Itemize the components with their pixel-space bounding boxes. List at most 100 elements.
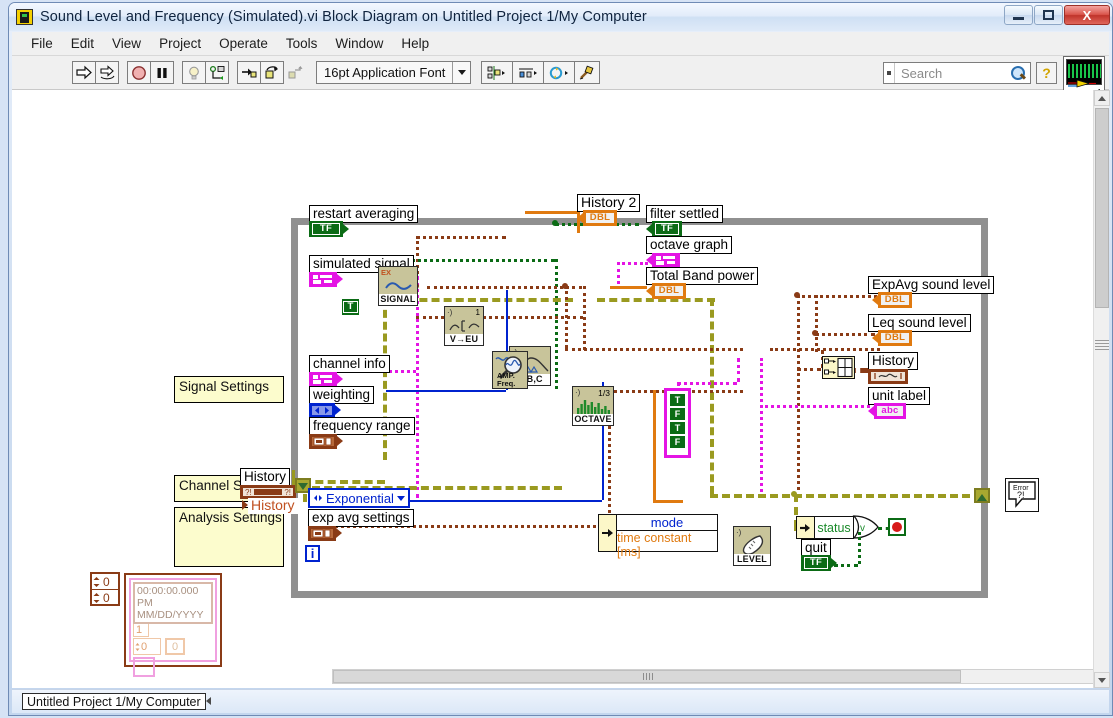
indicator-history-2-terminal[interactable]: DBL xyxy=(577,210,617,226)
search-box[interactable]: Search xyxy=(883,62,1031,84)
align-objects-button[interactable] xyxy=(481,61,513,84)
stop-button[interactable] xyxy=(888,518,906,536)
control-frequency-range-terminal[interactable] xyxy=(309,433,343,449)
wire-blue-enum-h xyxy=(387,500,602,502)
indicator-history-terminal[interactable] xyxy=(868,368,908,384)
scaling-icon xyxy=(449,319,481,333)
boolean-array-constant[interactable]: T F T F xyxy=(664,388,691,458)
indicator-leq-sound-level-terminal[interactable]: DBL xyxy=(872,330,912,346)
wire-orange-lev-h xyxy=(653,500,683,503)
search-input[interactable]: Search xyxy=(895,66,1011,81)
error-handler-node[interactable]: Error ?! xyxy=(1005,478,1039,512)
build-array-node[interactable] xyxy=(822,356,855,379)
step-over-button[interactable] xyxy=(260,61,284,84)
control-simulated-signal-terminal[interactable] xyxy=(309,271,343,287)
run-continuously-button[interactable] xyxy=(95,61,119,84)
stepper-icon-top xyxy=(92,575,101,589)
bundle-cluster-node[interactable]: mode time constant [ms] xyxy=(598,514,718,552)
indicator-octave-graph-terminal[interactable] xyxy=(646,252,680,268)
vi-corner-scaling: 1 xyxy=(476,308,480,317)
sine-wave-icon xyxy=(385,280,413,293)
bundle-field-mode: mode xyxy=(617,515,717,531)
vertical-scroll-thumb[interactable] xyxy=(1095,108,1109,308)
wire-blue-weight-h xyxy=(386,390,506,392)
menu-item-help[interactable]: Help xyxy=(392,34,438,53)
unbundle-status-node[interactable]: status xyxy=(796,516,854,539)
timestamp-date: MM/DD/YYYY xyxy=(137,609,209,621)
retain-wire-values-button[interactable] xyxy=(205,61,229,84)
maximize-button[interactable] xyxy=(1034,5,1063,25)
menu-item-window[interactable]: Window xyxy=(326,34,392,53)
loop-tunnel-right[interactable] xyxy=(974,488,990,503)
font-selector-label: 16pt Application Font xyxy=(324,65,445,80)
vi-sound-level-node[interactable]: ·) LEVEL xyxy=(733,526,771,566)
search-icon[interactable] xyxy=(1011,66,1025,80)
waveform-glyph-icon xyxy=(873,371,903,381)
wire-pink-octave-v xyxy=(617,262,620,284)
stepper-icon-cluster xyxy=(134,641,141,653)
abort-execution-button[interactable] xyxy=(127,61,151,84)
menu-item-project[interactable]: Project xyxy=(150,34,210,53)
menu-item-edit[interactable]: Edit xyxy=(62,34,103,53)
wire-error-bot xyxy=(303,480,385,484)
pause-button[interactable] xyxy=(150,61,174,84)
menu-item-file[interactable]: File xyxy=(22,34,62,53)
distribute-objects-button[interactable] xyxy=(512,61,544,84)
status-context-label[interactable]: Untitled Project 1/My Computer xyxy=(22,693,206,710)
help-button[interactable]: ? xyxy=(1036,62,1057,84)
numeric-constants-pair[interactable]: 0 0 xyxy=(90,572,120,606)
block-diagram-canvas[interactable]: Signal Settings Channel Settings Analysi… xyxy=(12,90,1098,688)
vi-scaling-node[interactable]: ·) 1 V→EU xyxy=(444,306,484,346)
cluster-glyph-icon xyxy=(312,374,334,385)
unbundle-arrow-icon xyxy=(799,522,813,534)
wire-junction-5 xyxy=(812,330,818,336)
control-quit-terminal[interactable]: TF xyxy=(801,555,837,571)
align-objects-icon xyxy=(486,65,508,81)
status-collapse-icon[interactable] xyxy=(206,697,211,705)
unbundle-field-status: status xyxy=(815,517,853,538)
horizontal-scrollbar[interactable] xyxy=(332,669,1094,684)
lightbulb-icon xyxy=(186,65,202,81)
menu-item-operate[interactable]: Operate xyxy=(210,34,277,53)
wire-pink-level-v xyxy=(737,358,740,382)
wire-error-to-handler xyxy=(710,494,982,498)
step-into-button[interactable] xyxy=(237,61,261,84)
indicator-filter-settled-terminal[interactable]: TF xyxy=(646,221,682,237)
indicator-unit-label-terminal[interactable]: abc xyxy=(868,403,906,419)
control-exp-avg-settings-terminal[interactable] xyxy=(308,525,342,541)
vi-simulated-signal-node[interactable]: EX SIGNAL xyxy=(378,266,418,306)
highlight-execution-button[interactable] xyxy=(182,61,206,84)
scroll-up-button[interactable] xyxy=(1094,90,1110,106)
run-button[interactable] xyxy=(72,61,96,84)
font-selector[interactable]: 16pt Application Font xyxy=(316,61,471,84)
constant-boolean-true[interactable]: T xyxy=(342,299,359,315)
indicator-total-band-power-terminal[interactable]: DBL xyxy=(646,283,686,299)
font-selector-chevron-down-icon[interactable] xyxy=(452,62,470,83)
indicator-expavg-sound-level-terminal[interactable]: DBL xyxy=(872,292,912,308)
comment-signal-settings[interactable]: Signal Settings xyxy=(174,376,284,403)
cleanup-diagram-button[interactable] xyxy=(574,61,600,84)
menu-item-tools[interactable]: Tools xyxy=(277,34,327,53)
close-button[interactable]: X xyxy=(1064,5,1110,25)
vi-amplitude-frequency-node[interactable]: AMP. Freq. xyxy=(492,351,528,389)
window-frame: Sound Level and Frequency (Simulated).vi… xyxy=(8,2,1113,716)
control-weighting-terminal[interactable] xyxy=(309,402,341,418)
vi-octave-node[interactable]: ·) 1/3 OCTAVE xyxy=(572,386,614,426)
minimize-button[interactable] xyxy=(1004,5,1033,25)
search-pin-icon[interactable] xyxy=(884,63,895,83)
exponential-enum-label: Exponential xyxy=(326,491,394,506)
reorder-button[interactable] xyxy=(543,61,575,84)
control-restart-averaging-terminal[interactable]: TF xyxy=(309,221,349,237)
vertical-scrollbar[interactable] xyxy=(1093,90,1109,688)
comment-analysis-settings[interactable]: Analysis Settings xyxy=(174,507,284,567)
constant-exponential-enum[interactable]: Exponential xyxy=(308,488,410,508)
vi-name-scaling: V→EU xyxy=(445,334,483,345)
menu-item-view[interactable]: View xyxy=(103,34,150,53)
scroll-down-button[interactable] xyxy=(1094,672,1110,688)
step-out-button[interactable] xyxy=(283,61,307,84)
or-gate-node[interactable]: v xyxy=(852,515,880,539)
control-channel-info-terminal[interactable] xyxy=(309,371,343,387)
wire-junction-4 xyxy=(794,292,800,298)
wire-restart-avg-v xyxy=(555,259,558,389)
timestamp-cluster-constant[interactable]: 00:00:00.000 PM MM/DD/YYYY 1 0 0 xyxy=(124,573,222,667)
